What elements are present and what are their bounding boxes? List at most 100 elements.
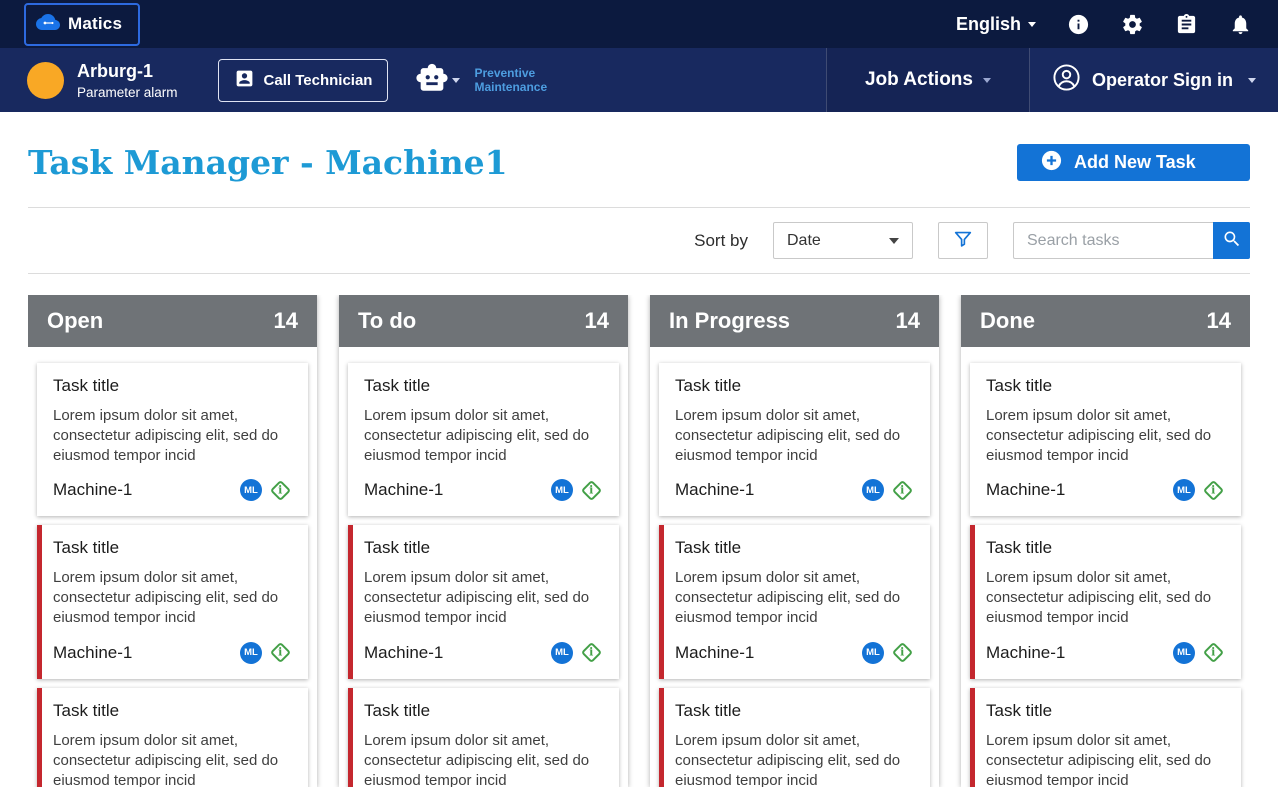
machine-status: Parameter alarm — [77, 84, 178, 100]
column-todo: To do 14 Task title Lorem ipsum dolor si… — [339, 295, 628, 787]
column-count: 14 — [895, 308, 920, 333]
task-card[interactable]: Task title Lorem ipsum dolor sit amet, c… — [37, 525, 308, 679]
machine-avatar — [27, 61, 64, 99]
ml-badge: ML — [862, 641, 884, 664]
column-cards: Task title Lorem ipsum dolor sit amet, c… — [28, 347, 317, 787]
task-title: Task title — [364, 538, 431, 558]
task-card[interactable]: Task title Lorem ipsum dolor sit amet, c… — [348, 363, 619, 517]
divider — [28, 207, 1250, 208]
task-card[interactable]: Task title Lorem ipsum dolor sit amet, c… — [659, 525, 930, 679]
ml-badge: ML — [551, 479, 573, 502]
task-card[interactable]: Task title Lorem ipsum dolor sit amet, c… — [348, 687, 619, 787]
task-description: Lorem ipsum dolor sit amet, consectetur … — [364, 407, 590, 465]
ml-badge: ML — [551, 641, 573, 664]
call-technician-button[interactable]: Call Technician — [217, 58, 389, 102]
machine-name: Arburg-1 — [77, 60, 153, 81]
column-count: 14 — [584, 308, 609, 333]
info-diamond-icon[interactable]: i — [269, 641, 292, 664]
divider — [28, 273, 1250, 274]
column-in-progress: In Progress 14 Task title Lorem ipsum do… — [650, 295, 939, 787]
call-technician-label: Call Technician — [263, 71, 373, 89]
task-description: Lorem ipsum dolor sit amet, consectetur … — [364, 731, 590, 787]
task-card[interactable]: Task title Lorem ipsum dolor sit amet, c… — [970, 687, 1241, 787]
board-controls: Sort by Date — [28, 222, 1250, 259]
column-header: Done 14 — [961, 295, 1250, 347]
column-header: To do 14 — [339, 295, 628, 347]
task-machine: Machine-1 — [364, 642, 444, 662]
operator-sign-in[interactable]: Operator Sign in — [1030, 48, 1278, 112]
info-diamond-icon[interactable]: i — [1202, 479, 1225, 501]
robot-icon — [415, 61, 449, 100]
task-description: Lorem ipsum dolor sit amet, consectetur … — [53, 407, 279, 465]
ml-badge: ML — [1173, 479, 1195, 502]
language-selector[interactable]: English — [956, 14, 1036, 35]
task-description: Lorem ipsum dolor sit amet, consectetur … — [675, 569, 901, 627]
operator-label: Operator Sign in — [1091, 69, 1233, 90]
ml-badge: ML — [240, 479, 262, 502]
add-new-task-label: Add New Task — [1074, 152, 1196, 172]
task-title: Task title — [675, 700, 742, 720]
task-card[interactable]: Task title Lorem ipsum dolor sit amet, c… — [37, 363, 308, 517]
info-diamond-icon[interactable]: i — [891, 641, 914, 664]
chevron-down-icon — [1028, 21, 1036, 27]
search-icon — [1222, 229, 1242, 252]
filter-button[interactable] — [938, 222, 988, 259]
preventive-maintenance-control[interactable]: Preventive Maintenance — [415, 61, 547, 100]
bell-icon[interactable] — [1228, 12, 1252, 36]
cloud-icon — [36, 10, 60, 39]
sort-by-label: Sort by — [694, 230, 748, 250]
machine-info[interactable]: Arburg-1 Parameter alarm — [0, 48, 218, 112]
task-title: Task title — [364, 376, 431, 395]
sort-value: Date — [787, 231, 821, 249]
task-card[interactable]: Task title Lorem ipsum dolor sit amet, c… — [659, 687, 930, 787]
search-input[interactable] — [1013, 222, 1213, 259]
task-description: Lorem ipsum dolor sit amet, consectetur … — [675, 407, 901, 465]
task-machine: Machine-1 — [53, 480, 133, 500]
task-card[interactable]: Task title Lorem ipsum dolor sit amet, c… — [37, 687, 308, 787]
column-title: Done — [980, 308, 1035, 333]
add-new-task-button[interactable]: Add New Task — [1017, 144, 1250, 181]
task-machine: Machine-1 — [53, 642, 133, 662]
column-header: In Progress 14 — [650, 295, 939, 347]
plus-circle-icon — [1040, 149, 1063, 177]
task-title: Task title — [53, 538, 120, 558]
info-diamond-icon[interactable]: i — [891, 479, 914, 501]
ml-badge: ML — [240, 641, 262, 664]
column-count: 14 — [1206, 308, 1231, 333]
ml-badge: ML — [862, 479, 884, 502]
task-title: Task title — [53, 700, 120, 720]
task-title: Task title — [986, 538, 1053, 558]
column-cards: Task title Lorem ipsum dolor sit amet, c… — [650, 347, 939, 787]
column-open: Open 14 Task title Lorem ipsum dolor sit… — [28, 295, 317, 787]
search-button[interactable] — [1213, 222, 1250, 259]
task-description: Lorem ipsum dolor sit amet, consectetur … — [53, 731, 279, 787]
task-title: Task title — [364, 700, 431, 720]
task-machine: Machine-1 — [986, 480, 1066, 500]
column-cards: Task title Lorem ipsum dolor sit amet, c… — [961, 347, 1250, 787]
task-machine: Machine-1 — [675, 480, 755, 500]
gear-icon[interactable] — [1120, 12, 1144, 36]
logo[interactable]: Matics — [24, 2, 141, 46]
info-diamond-icon[interactable]: i — [580, 479, 603, 501]
kanban-board: Open 14 Task title Lorem ipsum dolor sit… — [28, 295, 1250, 787]
info-diamond-icon[interactable]: i — [269, 479, 292, 501]
task-card[interactable]: Task title Lorem ipsum dolor sit amet, c… — [970, 525, 1241, 679]
task-description: Lorem ipsum dolor sit amet, consectetur … — [364, 569, 590, 627]
task-card[interactable]: Task title Lorem ipsum dolor sit amet, c… — [348, 525, 619, 679]
task-description: Lorem ipsum dolor sit amet, consectetur … — [986, 731, 1212, 787]
task-title: Task title — [675, 538, 742, 558]
info-diamond-icon[interactable]: i — [1202, 641, 1225, 664]
job-actions-label: Job Actions — [864, 69, 973, 90]
clipboard-icon[interactable] — [1174, 12, 1198, 36]
chevron-down-icon — [1248, 77, 1256, 83]
info-icon[interactable] — [1066, 12, 1090, 36]
task-card[interactable]: Task title Lorem ipsum dolor sit amet, c… — [659, 363, 930, 517]
sort-dropdown[interactable]: Date — [773, 222, 913, 259]
task-card[interactable]: Task title Lorem ipsum dolor sit amet, c… — [970, 363, 1241, 517]
task-title: Task title — [675, 376, 742, 395]
column-header: Open 14 — [28, 295, 317, 347]
machine-bar: Arburg-1 Parameter alarm Call Technician… — [0, 48, 1278, 112]
job-actions-menu[interactable]: Job Actions — [825, 48, 1030, 112]
page-title: Task Manager - Machine1 — [28, 143, 508, 182]
info-diamond-icon[interactable]: i — [580, 641, 603, 664]
